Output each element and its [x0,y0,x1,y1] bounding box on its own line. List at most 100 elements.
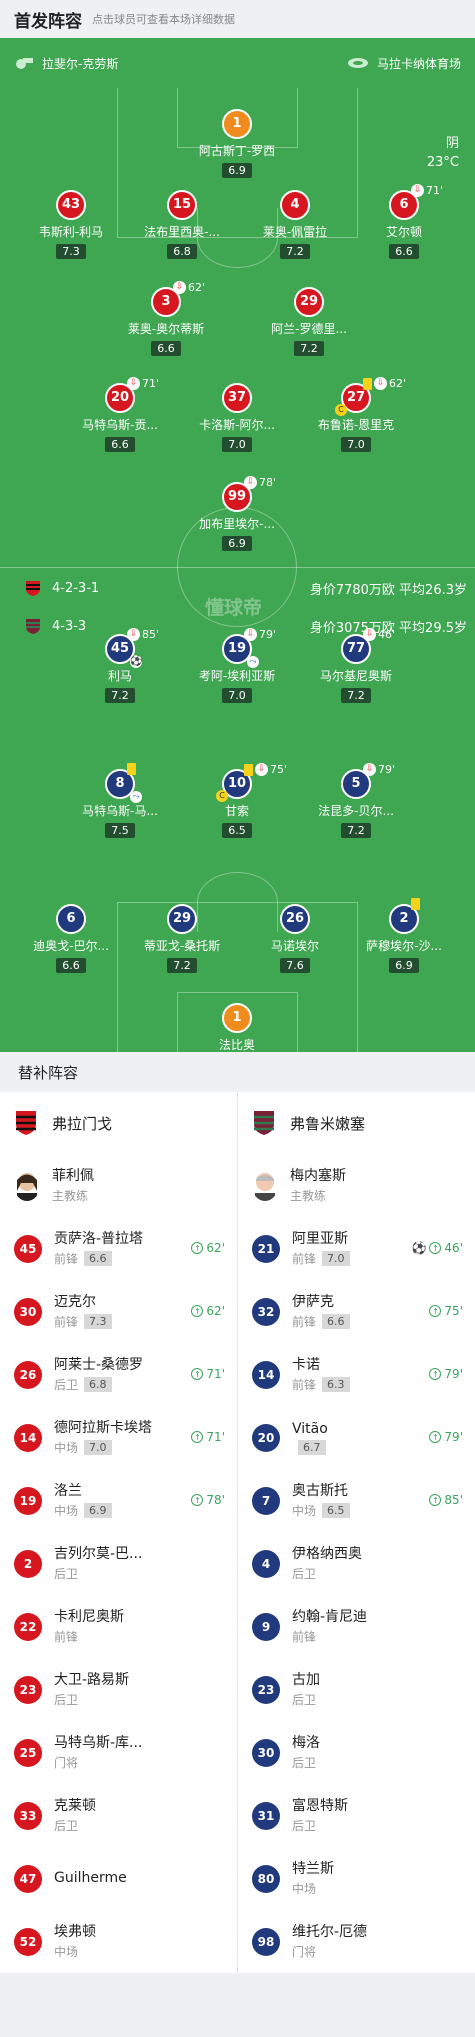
away-sub-row[interactable]: 31 富恩特斯后卫 [238,1784,475,1847]
sub-info: 卡诺 前锋 6.3 [292,1356,350,1393]
player-rating: 7.6 [280,958,310,973]
home-coach-row[interactable]: 菲利佩 主教练 [0,1154,237,1217]
away-sub-row[interactable]: 23 古加 后卫 [238,1658,475,1721]
home-player[interactable]: 27 ⇩ 62' C 布鲁诺-恩里克 7.0 [306,377,406,452]
sub-name: 大卫-路易斯 [54,1672,130,1688]
away-sub-row[interactable]: 80 特兰斯 中场 [238,1847,475,1910]
away-player[interactable]: 29 蒂亚戈-桑托斯 7.2 [132,904,232,973]
home-player[interactable]: 6 ⇩ 71' 艾尔顿 6.6 [354,184,454,259]
sub-name: 伊萨克 [292,1294,334,1310]
sub-out-icon: ⇩ [127,628,140,641]
away-player[interactable]: 45 ⇩ 85' ⚽ 利马 7.2 [70,628,170,703]
sub-name: 富恩特斯 [292,1798,348,1814]
player-badge: 8 ⤳ [105,763,142,803]
sub-details: 中场 6.5 [292,1502,350,1519]
home-sub-row[interactable]: 22 卡利尼奥斯 前锋 [0,1595,237,1658]
home-player[interactable]: 4 莱奥-佩雷拉 7.2 [245,190,345,259]
away-sub-row[interactable]: 21 阿里亚斯 前锋 7.0 ⚽ ↑ 46' [238,1217,475,1280]
sub-out-minute: 46' [378,628,396,641]
away-player[interactable]: 10 ⇩ 75' C 甘索 6.5 [187,763,287,838]
sub-position: 中场 [54,1504,79,1518]
home-sub-row[interactable]: 23 大卫-路易斯 后卫 [0,1658,237,1721]
sub-info: 约翰-肯尼迪 前锋 [292,1608,367,1645]
player-number: 1 [222,1003,252,1033]
player-events: ⇩ 71' [127,377,159,390]
away-coach-row[interactable]: 梅内塞斯 主教练 [238,1154,475,1217]
home-sub-row[interactable]: 26 阿莱士-桑德罗 后卫 6.8 ↑ 71' [0,1343,237,1406]
away-sub-row[interactable]: 9 约翰-肯尼迪 前锋 [238,1595,475,1658]
player-rating: 7.0 [222,437,252,452]
sub-info: 卡利尼奥斯 前锋 [54,1608,124,1645]
home-sub-row[interactable]: 52 埃弗顿 中场 [0,1910,237,1973]
player-rating: 7.0 [341,437,371,452]
away-sub-row[interactable]: 32 伊萨克 前锋 6.6 ↑ 75' [238,1280,475,1343]
sub-name: 约翰-肯尼迪 [292,1609,368,1625]
sub-info: 伊萨克 前锋 6.6 [292,1293,350,1330]
player-events: ⇩ 71' [411,184,443,197]
home-sub-row[interactable]: 19 洛兰 中场 6.9 ↑ 78' [0,1469,237,1532]
home-sub-row[interactable]: 14 德阿拉斯卡埃塔 中场 7.0 ↑ 71' [0,1406,237,1469]
away-sub-row[interactable]: 30 梅洛 后卫 [238,1721,475,1784]
away-sub-row[interactable]: 4 伊格纳西奥 后卫 [238,1532,475,1595]
player-name: 艾尔顿 [385,225,422,239]
player-rating: 6.9 [222,163,252,178]
home-player[interactable]: 3 ⇩ 62' 莱奥-奥尔蒂斯 6.6 [116,281,216,356]
player-name: 法昆多-贝尔... [318,804,394,818]
home-sub-row[interactable]: 30 迈克尔 前锋 7.3 ↑ 62' [0,1280,237,1343]
player-name: 甘索 [224,804,249,818]
sub-in-event: ↑ 75' [429,1304,463,1318]
sub-in-event: ↑ 79' [429,1367,463,1381]
home-player[interactable]: 1 阿古斯丁-罗西 6.9 [187,109,287,178]
sub-info: 马特乌斯-库... 门将 [54,1734,142,1771]
home-sub-row[interactable]: 25 马特乌斯-库... 门将 [0,1721,237,1784]
home-player[interactable]: 20 ⇩ 71' 马特乌斯-贡... 6.6 [70,377,170,452]
away-player[interactable]: 6 迪奥戈-巴尔... 6.6 [21,904,121,973]
home-player[interactable]: 29 阿兰-罗德里... 7.2 [259,287,359,356]
home-player[interactable]: 15 法布里西奥-... 6.8 [132,190,232,259]
home-player[interactable]: 37 卡洛斯-阿尔... 7.0 [187,383,287,452]
away-team-row[interactable]: 弗鲁米嫩塞 [238,1092,475,1154]
weather-temperature: 23°C [426,155,459,170]
player-name: 加布里埃尔-... [199,517,275,531]
away-team-name: 弗鲁米嫩塞 [290,1114,366,1133]
player-badge: 6 ⇩ 71' [389,184,443,220]
sub-in-minute: 79' [444,1367,463,1381]
sub-in-event: ↑ 71' [191,1430,225,1444]
player-number: 15 [167,190,197,220]
away-sub-row[interactable]: 14 卡诺 前锋 6.3 ↑ 79' [238,1343,475,1406]
sub-details: 后卫 [292,1817,348,1834]
home-sub-row[interactable]: 2 吉列尔莫-巴... 后卫 [0,1532,237,1595]
player-rating-value: 6.6 [395,245,413,258]
away-player[interactable]: 19 ⇩ 79' ⤳ 考阿-埃利亚斯 7.0 [187,628,287,703]
home-team-row[interactable]: 弗拉门戈 [0,1092,237,1154]
home-sub-row[interactable]: 33 克莱顿 后卫 [0,1784,237,1847]
away-player[interactable]: 2 萨穆埃尔-沙... 6.9 [354,898,454,973]
sub-position: 后卫 [292,1567,317,1581]
away-player[interactable]: 1法比奥★ 7.8 [187,1003,287,1052]
player-rating: 7.2 [105,688,135,703]
player-name: 迪奥戈-巴尔... [33,939,109,953]
player-rating-value: 6.6 [111,438,129,451]
flamengo-crest-icon [16,1111,36,1135]
sub-number: 30 [252,1738,280,1767]
home-player[interactable]: 99 ⇩ 78' 加布里埃尔-... 6.9 [187,476,287,551]
away-coach-name: 梅内塞斯 [290,1168,346,1184]
away-player[interactable]: 5 ⇩ 79' 法昆多-贝尔... 7.2 [306,763,406,838]
away-player[interactable]: 77 ⇩ 46' 马尔基尼奥斯 7.2 [306,628,406,703]
sub-info: 古加 后卫 [292,1671,320,1708]
away-player[interactable]: 26 马诺埃尔 7.6 [245,904,345,973]
subs-panel: 弗拉门戈 菲利佩 主教练 45 贡萨洛-普拉塔 前锋 6.6 ↑ 62' 30 迈克尔 前锋 7.… [0,1092,475,1973]
sub-info: 洛兰 中场 6.9 [54,1482,112,1519]
weather-condition: 阴 [445,136,459,151]
sub-number: 31 [252,1801,280,1830]
home-player[interactable]: 43 韦斯利-利马 7.3 [21,190,121,259]
away-player[interactable]: 8 ⤳ 马特乌斯-马... 7.5 [70,763,170,838]
player-events: ⇩ 78' [244,476,276,489]
home-sub-row[interactable]: 45 贡萨洛-普拉塔 前锋 6.6 ↑ 62' [0,1217,237,1280]
sub-number: 23 [14,1675,42,1704]
home-sub-row[interactable]: 47 Guilherme [0,1847,237,1910]
player-name: 利马 [107,669,132,683]
away-sub-row[interactable]: 7 奥古斯托 中场 6.5 ↑ 85' [238,1469,475,1532]
away-sub-row[interactable]: 98 维托尔-厄德 门将 [238,1910,475,1973]
away-sub-row[interactable]: 20 Vitão 6.7 ↑ 79' [238,1406,475,1469]
